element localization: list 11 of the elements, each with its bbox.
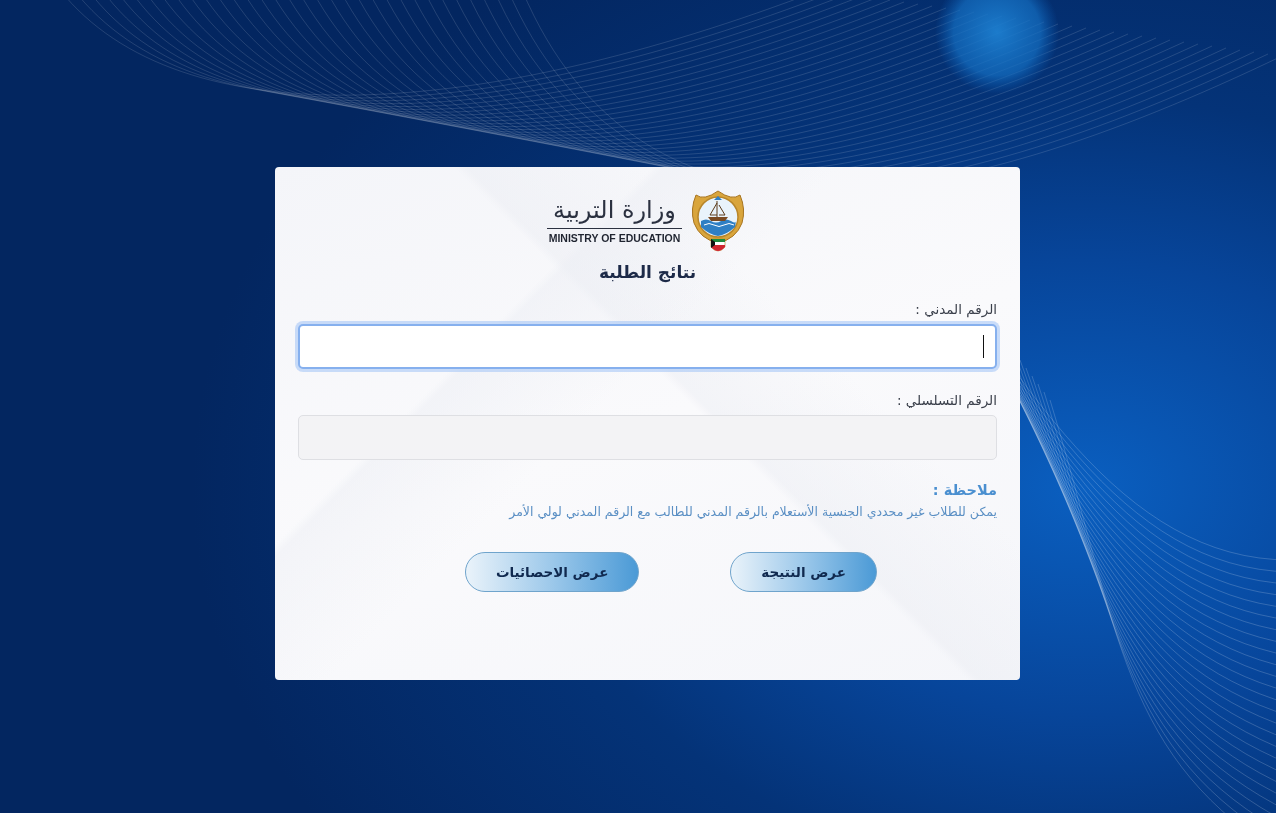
input-field[interactable]: [298, 324, 997, 369]
ministry-name-english: MINISTRY OF EDUCATION: [548, 232, 681, 244]
field-label: الرقم التسلسلي :: [896, 391, 997, 409]
action-button[interactable]: عرض الاحصائيات: [464, 552, 640, 592]
ministry-name-arabic: وزارة التربية: [547, 195, 682, 229]
text-cursor: [983, 335, 984, 358]
page-title: نتائج الطلبة: [598, 261, 697, 284]
note-text: يمكن للطلاب غير محددي الجنسية الأستعلام بالرقم المدني للطالب مع الرقم المدني لولي الأمر: [509, 503, 997, 521]
note-heading: ملاحظة :: [932, 481, 997, 500]
field-label: الرقم المدني :: [915, 300, 997, 318]
action-button[interactable]: عرض النتيجة: [730, 552, 877, 592]
